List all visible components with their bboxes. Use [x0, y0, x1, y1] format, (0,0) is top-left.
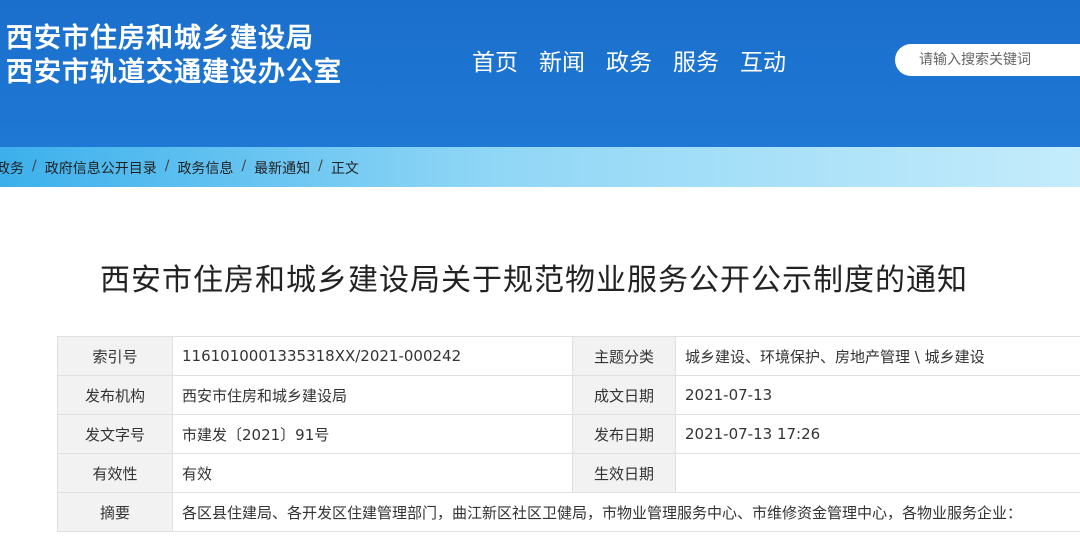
- table-row: 发文字号 市建发〔2021〕91号 发布日期 2021-07-13 17:26: [57, 414, 1080, 454]
- breadcrumb-bar: 政务 / 政府信息公开目录 / 政务信息 / 最新通知 / 正文: [0, 147, 1080, 187]
- effective-date-value: [675, 453, 1080, 493]
- index-label: 索引号: [57, 336, 173, 376]
- site-header: 西安市住房和城乡建设局 西安市轨道交通建设办公室 首页 新闻 政务 服务 互动: [0, 0, 1080, 147]
- breadcrumb-current: 正文: [330, 161, 359, 177]
- nav-home[interactable]: 首页: [472, 47, 518, 79]
- document-info-table: 索引号 1161010001335318XX/2021-000242 主题分类 …: [57, 336, 1080, 532]
- published-date-value: 2021-07-13 17:26: [675, 414, 1080, 454]
- published-date-label: 发布日期: [572, 414, 676, 454]
- breadcrumb-latest-notices[interactable]: 最新通知: [254, 158, 310, 178]
- abstract-value: 各区县住建局、各开发区住建管理部门，曲江新区社区卫健局，市物业管理服务中心、市维…: [172, 492, 1080, 532]
- breadcrumb: 政务 / 政府信息公开目录 / 政务信息 / 最新通知 / 正文: [0, 158, 359, 178]
- created-date-value: 2021-07-13: [675, 375, 1080, 415]
- nav-interaction[interactable]: 互动: [740, 47, 786, 79]
- index-value: 1161010001335318XX/2021-000242: [172, 336, 573, 376]
- publisher-value: 西安市住房和城乡建设局: [172, 375, 573, 415]
- table-row: 发布机构 西安市住房和城乡建设局 成文日期 2021-07-13: [57, 375, 1080, 415]
- doc-number-label: 发文字号: [57, 414, 173, 454]
- breadcrumb-separator: /: [241, 158, 247, 174]
- created-date-label: 成文日期: [572, 375, 676, 415]
- abstract-label: 摘要: [57, 492, 173, 532]
- topic-label: 主题分类: [572, 336, 676, 376]
- breadcrumb-separator: /: [164, 158, 170, 174]
- nav-services[interactable]: 服务: [673, 47, 719, 79]
- publisher-label: 发布机构: [57, 375, 173, 415]
- table-row: 有效性 有效 生效日期: [57, 453, 1080, 493]
- breadcrumb-info-disclosure[interactable]: 政府信息公开目录: [45, 158, 157, 178]
- table-row: 摘要 各区县住建局、各开发区住建管理部门，曲江新区社区卫健局，市物业管理服务中心…: [57, 492, 1080, 532]
- topic-value: 城乡建设、环境保护、房地产管理 \ 城乡建设: [675, 336, 1080, 376]
- validity-value: 有效: [172, 453, 573, 493]
- nav-news[interactable]: 新闻: [539, 47, 585, 79]
- site-title-line2: 西安市轨道交通建设办公室: [6, 57, 342, 88]
- nav-government-affairs[interactable]: 政务: [606, 47, 652, 79]
- site-title[interactable]: 西安市住房和城乡建设局 西安市轨道交通建设办公室: [6, 22, 342, 90]
- table-row: 索引号 1161010001335318XX/2021-000242 主题分类 …: [57, 336, 1080, 376]
- validity-label: 有效性: [57, 453, 173, 493]
- breadcrumb-government-info[interactable]: 政务信息: [177, 158, 233, 178]
- breadcrumb-government-affairs[interactable]: 政务: [0, 158, 24, 178]
- breadcrumb-separator: /: [32, 158, 37, 174]
- search-input[interactable]: [895, 44, 1080, 76]
- effective-date-label: 生效日期: [572, 453, 676, 493]
- main-nav: 首页 新闻 政务 服务 互动: [472, 47, 807, 79]
- breadcrumb-separator: /: [318, 158, 323, 174]
- doc-number-value: 市建发〔2021〕91号: [172, 414, 573, 454]
- article-title: 西安市住房和城乡建设局关于规范物业服务公开公示制度的通知: [100, 263, 968, 298]
- site-title-line1: 西安市住房和城乡建设局: [6, 23, 314, 54]
